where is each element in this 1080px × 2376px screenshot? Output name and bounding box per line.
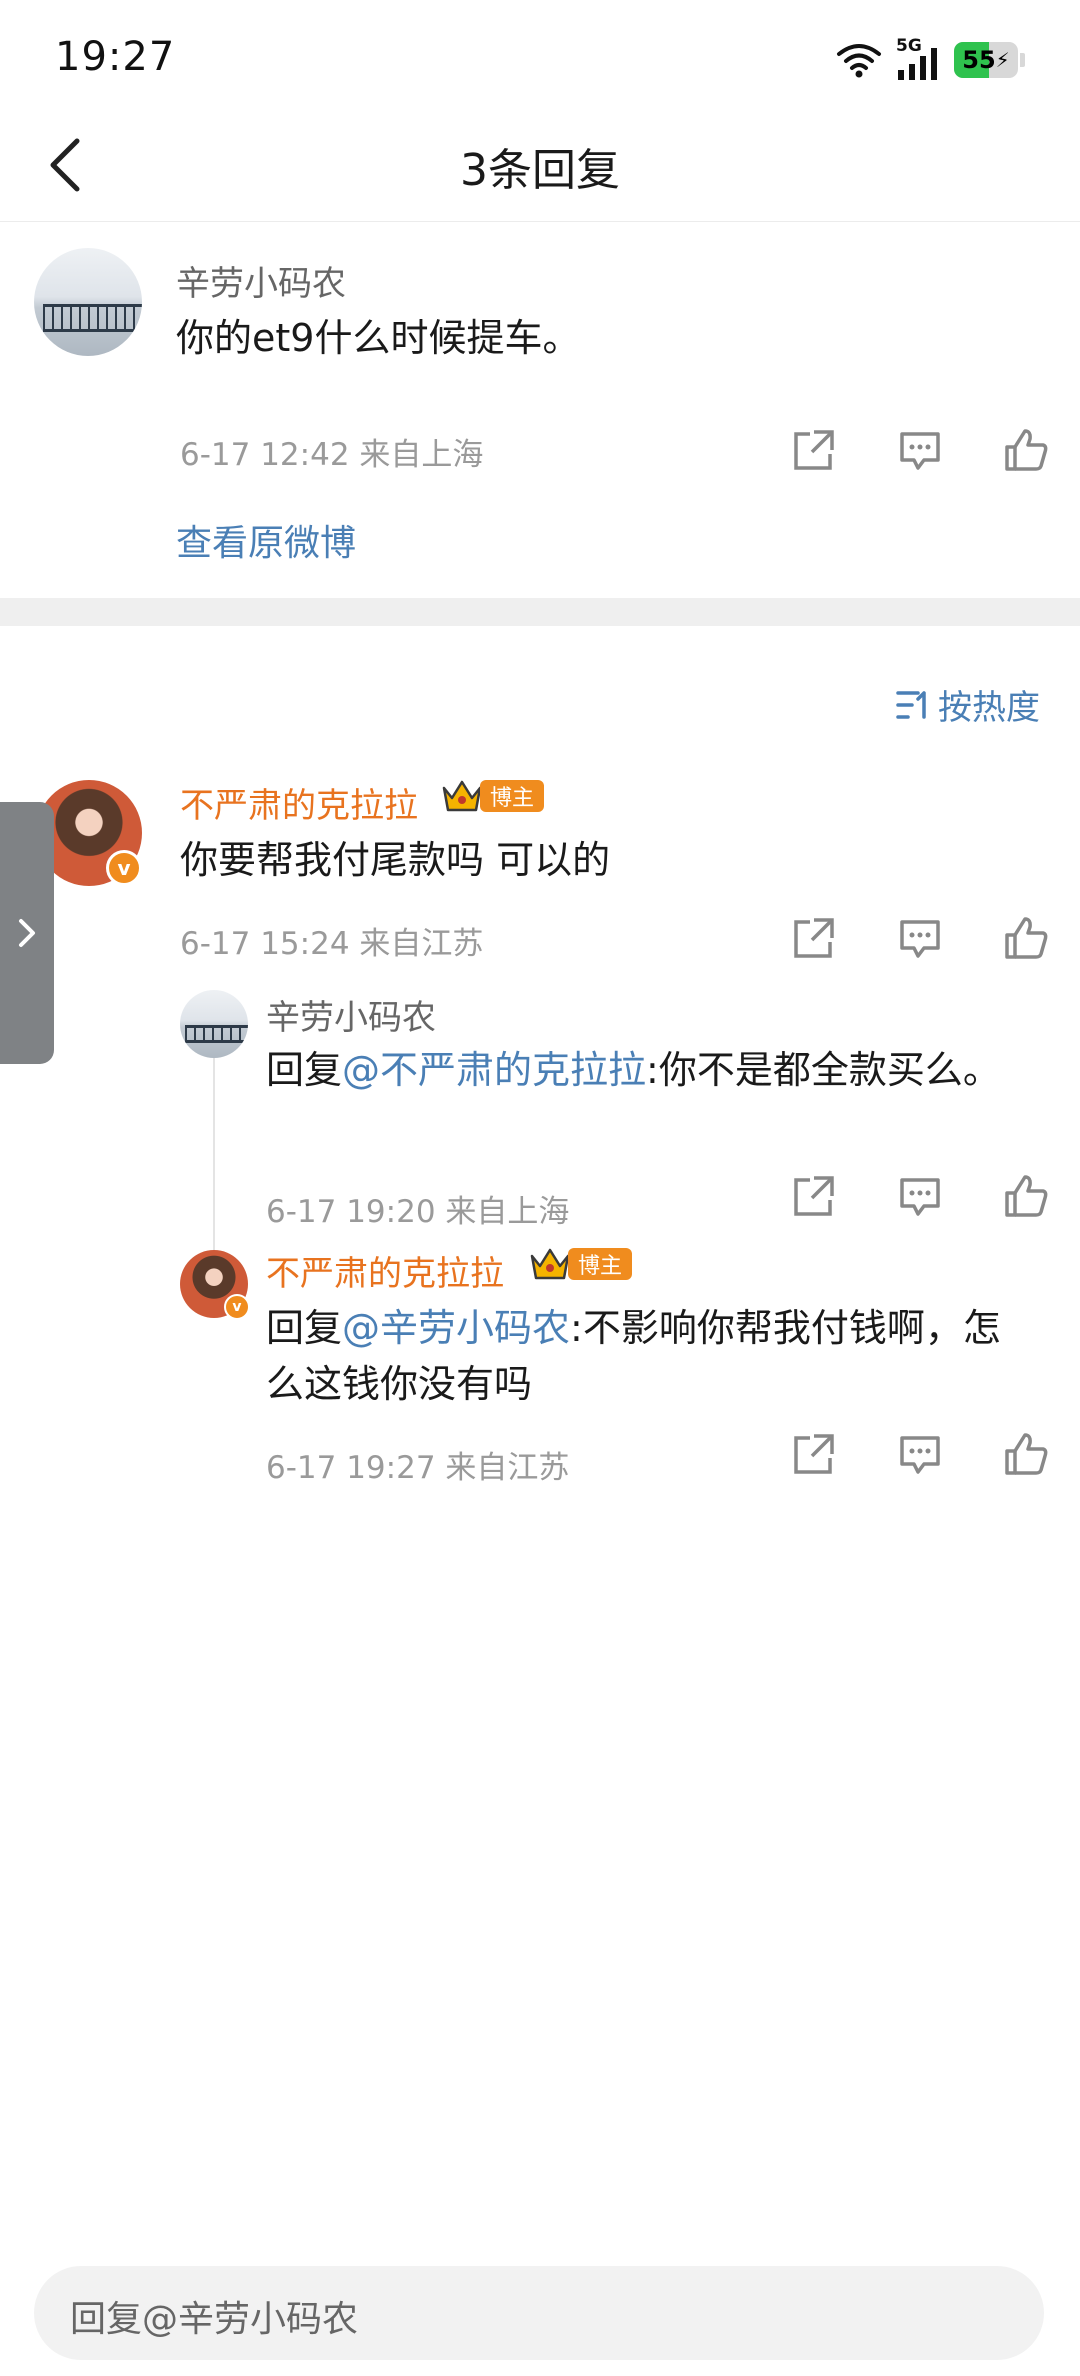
reply-prefix: 回复 [266,1306,343,1350]
section-divider [0,598,1080,626]
mention-link[interactable]: @辛劳小码农 [342,1306,570,1350]
avatar[interactable] [34,248,142,356]
battery-indicator: 55 ⚡ [954,42,1018,78]
thumbs-up-icon [1005,917,1048,959]
like-button[interactable] [1000,912,1052,964]
reply-prefix: 回复 [266,1048,343,1092]
root-actions [788,424,1052,476]
thread-line [213,1040,215,1250]
share-icon [794,1434,834,1474]
crown-icon [530,1248,570,1280]
comment-icon [900,432,940,470]
like-button[interactable] [1000,424,1052,476]
charging-icon: ⚡ [995,48,1010,72]
verified-badge: v [224,1294,250,1320]
blogger-tag: 博主 [480,780,545,812]
avatar[interactable] [180,990,248,1058]
sub-reply-text: 回复@辛劳小码农:不影响你帮我付钱啊，怎么这钱你没有吗 [266,1300,1026,1412]
sort-label: 按热度 [938,688,1040,728]
thumbs-up-icon [1005,1433,1048,1475]
side-panel-toggle[interactable] [0,802,54,1064]
comment-icon [900,920,940,958]
blogger-badge: 博主 [528,1244,633,1284]
share-icon [794,430,834,470]
sub-reply-actions [788,1428,1052,1480]
view-original-link[interactable]: 查看原微博 [176,514,356,566]
comment-button[interactable] [894,424,946,476]
share-icon [794,918,834,958]
main-reply-meta: 6-17 15:24 来自江苏 [180,926,484,962]
sort-by-heat-button[interactable]: 按热度 [896,680,1040,729]
reply-input[interactable]: 回复@辛劳小码农 [34,2266,1044,2360]
wifi-icon [837,44,881,78]
battery-cap [1020,53,1025,67]
nav-bar: 3条回复 [0,110,1080,222]
root-comment-text: 你的et9什么时候提车。 [176,316,581,360]
thumbs-up-icon [1005,429,1048,471]
root-username[interactable]: 辛劳小码农 [176,256,346,305]
sub-reply-actions [788,1170,1052,1222]
share-button[interactable] [788,1428,840,1480]
comment-button[interactable] [894,1428,946,1480]
main-reply-username[interactable]: 不严肃的克拉拉 [180,778,418,827]
status-time: 19:27 [55,34,176,80]
cellular-signal: 5G [896,36,940,80]
crown-icon [442,780,482,812]
battery-level: 55 ⚡ [962,46,1010,74]
blogger-tag: 博主 [568,1248,633,1280]
sort-icon [896,690,926,719]
share-icon [794,1176,834,1216]
share-button[interactable] [788,424,840,476]
main-reply-text: 你要帮我付尾款吗 可以的 [180,838,611,882]
sub-reply-username[interactable]: 不严肃的克拉拉 [266,1246,504,1295]
reply-placeholder: 回复@辛劳小码农 [70,2299,359,2340]
thumbs-up-icon [1005,1175,1048,1217]
sub-reply-meta: 6-17 19:20 来自上海 [266,1194,570,1230]
status-bar: 19:27 5G 55 ⚡ [0,0,1080,110]
page-title: 3条回复 [460,145,620,196]
root-comment-meta: 6-17 12:42 来自上海 [180,437,484,473]
sub-reply-meta: 6-17 19:27 来自江苏 [266,1450,570,1486]
like-button[interactable] [1000,1170,1052,1222]
status-icons: 5G 55 ⚡ [836,36,1025,82]
chevron-right-icon [19,919,35,947]
comment-button[interactable] [894,1170,946,1222]
share-button[interactable] [788,1170,840,1222]
main-reply-actions [788,912,1052,964]
comment-icon [900,1178,940,1216]
comment-button[interactable] [894,912,946,964]
sub-reply-username[interactable]: 辛劳小码农 [266,990,436,1039]
share-button[interactable] [788,912,840,964]
sub-reply-text: 回复@不严肃的克拉拉:你不是都全款买么。 [266,1042,1006,1098]
signal-bars-icon [898,48,937,80]
like-button[interactable] [1000,1428,1052,1480]
blogger-badge: 博主 [440,776,545,816]
verified-badge: v [106,850,142,886]
mention-link[interactable]: @不严肃的克拉拉 [342,1048,646,1092]
comment-icon [900,1436,940,1474]
reply-body: :你不是都全款买么。 [646,1048,1001,1092]
